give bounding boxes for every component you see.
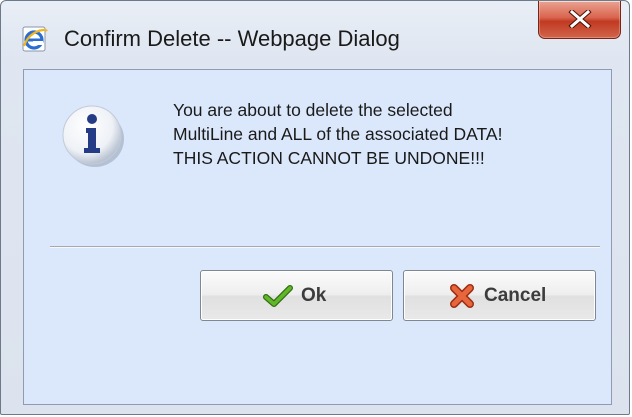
divider <box>50 246 600 248</box>
internet-explorer-icon <box>21 25 49 53</box>
window-title: Confirm Delete -- Webpage Dialog <box>64 26 400 51</box>
checkmark-icon <box>263 285 293 307</box>
dialog-body: You are about to delete the selected Mul… <box>23 69 612 405</box>
close-button[interactable] <box>538 1 621 39</box>
cross-icon <box>450 284 474 308</box>
message-line: MultiLine and ALL of the associated DATA… <box>173 124 503 144</box>
message-line: You are about to delete the selected <box>173 100 453 120</box>
cancel-button[interactable]: Cancel <box>403 270 596 321</box>
message-line: THIS ACTION CANNOT BE UNDONE!!! <box>173 148 485 168</box>
cancel-button-label: Cancel <box>484 285 547 306</box>
dialog-window: Confirm Delete -- Webpage Dialog You are… <box>0 0 630 415</box>
close-icon <box>568 10 592 28</box>
ok-button[interactable]: Ok <box>200 270 393 321</box>
title-bar[interactable]: Confirm Delete -- Webpage Dialog <box>1 1 629 57</box>
ok-button-label: Ok <box>301 285 327 306</box>
confirmation-message: You are about to delete the selected Mul… <box>173 98 502 170</box>
info-icon <box>60 102 126 168</box>
